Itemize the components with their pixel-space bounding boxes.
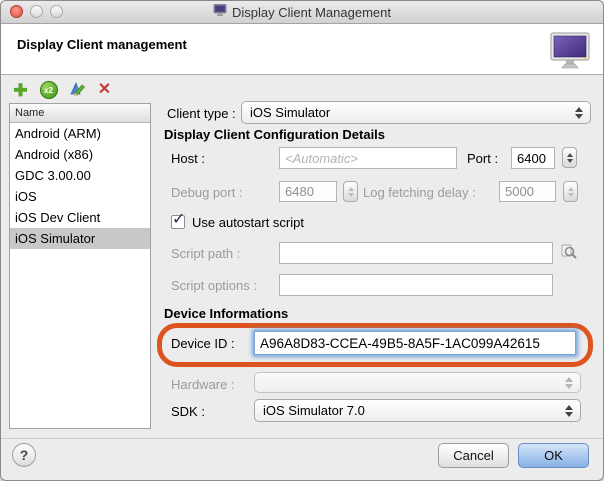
client-type-value: iOS Simulator (250, 105, 330, 120)
add-icon: ✚ (13, 82, 27, 99)
help-button[interactable]: ? (12, 443, 36, 467)
port-stepper[interactable] (562, 147, 577, 168)
device-id-input[interactable] (254, 331, 576, 355)
script-options-input[interactable] (279, 274, 553, 296)
edit-client-button[interactable] (67, 81, 86, 100)
client-list: Name Android (ARM) Android (x86) GDC 3.0… (9, 103, 151, 429)
title-bar[interactable]: Display Client Management (1, 1, 603, 24)
script-path-input[interactable] (279, 242, 553, 264)
dropdown-arrows-icon (565, 405, 573, 417)
window-title: Display Client Management (232, 5, 391, 20)
footer-divider (1, 438, 603, 439)
list-item-ios[interactable]: iOS (10, 186, 150, 207)
config-section-title: Display Client Configuration Details (164, 127, 385, 142)
debug-port-label: Debug port : (171, 185, 243, 200)
duplicate-icon: x2 (40, 81, 58, 99)
app-monitor-icon (213, 3, 227, 21)
browse-script-button[interactable] (559, 243, 579, 263)
add-client-button[interactable]: ✚ (11, 81, 30, 100)
client-list-header: Name (10, 104, 150, 123)
dialog-title: Display Client management (17, 37, 187, 52)
edit-pencil-icon (68, 81, 86, 100)
device-section-title: Device Informations (164, 306, 288, 321)
log-delay-stepper (563, 181, 578, 202)
debug-port-stepper (343, 181, 358, 202)
client-type-dropdown[interactable]: iOS Simulator (241, 101, 591, 124)
duplicate-client-button[interactable]: x2 (39, 81, 58, 100)
dropdown-arrows-icon (565, 377, 573, 389)
cancel-button[interactable]: Cancel (438, 443, 509, 468)
sdk-value: iOS Simulator 7.0 (263, 403, 365, 418)
log-delay-label: Log fetching delay : (363, 185, 476, 200)
host-label: Host : (171, 151, 205, 166)
log-delay-input (499, 181, 556, 202)
list-item-ios-dev-client[interactable]: iOS Dev Client (10, 207, 150, 228)
device-id-label: Device ID : (171, 336, 235, 351)
script-options-label: Script options : (171, 278, 257, 293)
port-label: Port : (467, 151, 498, 166)
browse-magnifier-icon (560, 249, 578, 264)
autostart-checkbox[interactable]: ✓ (171, 215, 185, 229)
ok-button[interactable]: OK (518, 443, 589, 468)
hardware-label: Hardware : (171, 377, 235, 392)
list-item-ios-simulator[interactable]: iOS Simulator (10, 228, 150, 249)
list-toolbar: ✚ x2 ✕ (11, 80, 114, 100)
host-input[interactable] (279, 147, 457, 169)
client-type-label: Client type : (167, 106, 236, 121)
dropdown-arrows-icon (575, 107, 583, 119)
sdk-label: SDK : (171, 404, 205, 419)
delete-icon: ✕ (98, 82, 111, 98)
hardware-dropdown (254, 372, 581, 393)
checkmark-icon: ✓ (172, 209, 185, 229)
list-item-android-x86[interactable]: Android (x86) (10, 144, 150, 165)
debug-port-input (279, 181, 337, 202)
list-item-gdc[interactable]: GDC 3.00.00 (10, 165, 150, 186)
sdk-dropdown[interactable]: iOS Simulator 7.0 (254, 399, 581, 422)
list-item-android-arm[interactable]: Android (ARM) (10, 123, 150, 144)
script-path-label: Script path : (171, 246, 240, 261)
display-client-management-window: Display Client Management Display Client… (0, 0, 604, 481)
monitor-icon (550, 32, 590, 75)
autostart-label: Use autostart script (192, 215, 304, 230)
dialog-header: Display Client management (1, 24, 603, 75)
port-input[interactable] (511, 147, 555, 169)
delete-client-button[interactable]: ✕ (95, 81, 114, 100)
